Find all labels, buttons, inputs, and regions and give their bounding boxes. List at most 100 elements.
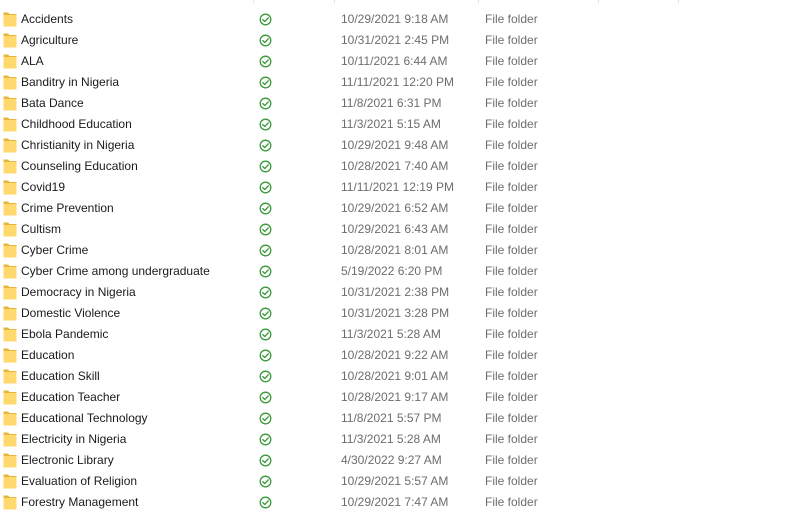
file-name[interactable]: Accidents	[21, 12, 73, 26]
file-row-covid19[interactable]: Covid19 11/11/2021 12:19 PM File folder	[0, 177, 803, 198]
file-type: File folder	[485, 348, 538, 362]
folder-icon	[3, 494, 17, 510]
file-row-christianity-in-nigeria[interactable]: Christianity in Nigeria 10/29/2021 9:48 …	[0, 135, 803, 156]
file-name[interactable]: Cyber Crime among undergraduate	[21, 264, 210, 278]
date-modified: 10/28/2021 9:17 AM	[341, 390, 449, 404]
folder-icon	[3, 389, 17, 405]
folder-icon	[3, 347, 17, 363]
file-type: File folder	[485, 201, 538, 215]
file-type: File folder	[485, 12, 538, 26]
folder-icon	[3, 116, 17, 132]
file-name[interactable]: Cyber Crime	[21, 243, 88, 257]
sync-available-icon	[259, 433, 272, 446]
file-type: File folder	[485, 495, 538, 509]
file-row-domestic-violence[interactable]: Domestic Violence 10/31/2021 3:28 PM Fil…	[0, 303, 803, 324]
file-row-electronic-library[interactable]: Electronic Library 4/30/2022 9:27 AM Fil…	[0, 450, 803, 471]
sync-available-icon	[259, 13, 272, 26]
file-name[interactable]: Educational Technology	[21, 411, 148, 425]
file-name[interactable]: Domestic Violence	[21, 306, 120, 320]
file-type: File folder	[485, 411, 538, 425]
file-name[interactable]: Electricity in Nigeria	[21, 432, 126, 446]
file-row-childhood-education[interactable]: Childhood Education 11/3/2021 5:15 AM Fi…	[0, 114, 803, 135]
file-name[interactable]: ALA	[21, 54, 44, 68]
file-name[interactable]: Education Teacher	[21, 390, 120, 404]
file-name[interactable]: Banditry in Nigeria	[21, 75, 119, 89]
file-row-education-teacher[interactable]: Education Teacher 10/28/2021 9:17 AM Fil…	[0, 387, 803, 408]
folder-icon	[3, 368, 17, 384]
file-row-cultism[interactable]: Cultism 10/29/2021 6:43 AM File folder	[0, 219, 803, 240]
date-modified: 10/11/2021 6:44 AM	[341, 54, 448, 68]
file-name[interactable]: Agriculture	[21, 33, 78, 47]
file-name[interactable]: Christianity in Nigeria	[21, 138, 134, 152]
file-name[interactable]: Bata Dance	[21, 96, 84, 110]
file-type: File folder	[485, 369, 538, 383]
file-name[interactable]: Electronic Library	[21, 453, 114, 467]
file-type: File folder	[485, 75, 538, 89]
folder-icon	[3, 473, 17, 489]
file-type: File folder	[485, 432, 538, 446]
sync-available-icon	[259, 286, 272, 299]
sync-available-icon	[259, 475, 272, 488]
file-row-education[interactable]: Education 10/28/2021 9:22 AM File folder	[0, 345, 803, 366]
column-divider-date[interactable]	[478, 0, 479, 3]
file-row-electricity-in-nigeria[interactable]: Electricity in Nigeria 11/3/2021 5:28 AM…	[0, 429, 803, 450]
file-name[interactable]: Cultism	[21, 222, 61, 236]
folder-icon	[3, 179, 17, 195]
file-name[interactable]: Democracy in Nigeria	[21, 285, 136, 299]
file-row-evaluation-of-religion[interactable]: Evaluation of Religion 10/29/2021 5:57 A…	[0, 471, 803, 492]
file-name[interactable]: Ebola Pandemic	[21, 327, 108, 341]
date-modified: 11/8/2021 6:31 PM	[341, 96, 442, 110]
file-row-democracy-in-nigeria[interactable]: Democracy in Nigeria 10/31/2021 2:38 PM …	[0, 282, 803, 303]
column-divider-status[interactable]	[334, 0, 335, 3]
file-row-bata-dance[interactable]: Bata Dance 11/8/2021 6:31 PM File folder	[0, 93, 803, 114]
file-type: File folder	[485, 285, 538, 299]
date-modified: 11/8/2021 5:57 PM	[341, 411, 442, 425]
file-type: File folder	[485, 180, 538, 194]
date-modified: 10/29/2021 7:47 AM	[341, 495, 449, 509]
column-divider-name[interactable]	[253, 0, 254, 3]
file-row-crime-prevention[interactable]: Crime Prevention 10/29/2021 6:52 AM File…	[0, 198, 803, 219]
file-row-education-skill[interactable]: Education Skill 10/28/2021 9:01 AM File …	[0, 366, 803, 387]
date-modified: 10/29/2021 5:57 AM	[341, 474, 449, 488]
file-type: File folder	[485, 390, 538, 404]
sync-available-icon	[259, 349, 272, 362]
file-row-accidents[interactable]: Accidents 10/29/2021 9:18 AM File folder	[0, 9, 803, 30]
sync-available-icon	[259, 223, 272, 236]
file-row-cyber-crime-among-undergraduate[interactable]: Cyber Crime among undergraduate 5/19/202…	[0, 261, 803, 282]
file-name[interactable]: Education	[21, 348, 74, 362]
file-row-agriculture[interactable]: Agriculture 10/31/2021 2:45 PM File fold…	[0, 30, 803, 51]
file-row-banditry-in-nigeria[interactable]: Banditry in Nigeria 11/11/2021 12:20 PM …	[0, 72, 803, 93]
file-row-ebola-pandemic[interactable]: Ebola Pandemic 11/3/2021 5:28 AM File fo…	[0, 324, 803, 345]
file-row-counseling-education[interactable]: Counseling Education 10/28/2021 7:40 AM …	[0, 156, 803, 177]
file-name[interactable]: Childhood Education	[21, 117, 132, 131]
date-modified: 10/29/2021 6:43 AM	[341, 222, 449, 236]
file-name[interactable]: Crime Prevention	[21, 201, 114, 215]
file-name[interactable]: Forestry Management	[21, 495, 138, 509]
folder-icon	[3, 158, 17, 174]
file-row-forestry-management[interactable]: Forestry Management 10/29/2021 7:47 AM F…	[0, 492, 803, 513]
file-type: File folder	[485, 33, 538, 47]
folder-icon	[3, 95, 17, 111]
file-name[interactable]: Education Skill	[21, 369, 100, 383]
date-modified: 10/31/2021 2:38 PM	[341, 285, 450, 299]
file-type: File folder	[485, 96, 538, 110]
file-row-ala[interactable]: ALA 10/11/2021 6:44 AM File folder	[0, 51, 803, 72]
file-name[interactable]: Covid19	[21, 180, 65, 194]
file-list: Accidents 10/29/2021 9:18 AM File folder…	[0, 9, 803, 513]
sync-available-icon	[259, 160, 272, 173]
sync-available-icon	[259, 307, 272, 320]
file-type: File folder	[485, 222, 538, 236]
column-divider-type[interactable]	[598, 0, 599, 3]
file-type: File folder	[485, 243, 538, 257]
file-name[interactable]: Counseling Education	[21, 159, 138, 173]
file-row-cyber-crime[interactable]: Cyber Crime 10/28/2021 8:01 AM File fold…	[0, 240, 803, 261]
sync-available-icon	[259, 181, 272, 194]
sync-available-icon	[259, 454, 272, 467]
file-type: File folder	[485, 327, 538, 341]
column-divider-size[interactable]	[678, 0, 679, 3]
sync-available-icon	[259, 370, 272, 383]
file-type: File folder	[485, 117, 538, 131]
date-modified: 10/28/2021 8:01 AM	[341, 243, 449, 257]
file-name[interactable]: Evaluation of Religion	[21, 474, 137, 488]
file-row-educational-technology[interactable]: Educational Technology 11/8/2021 5:57 PM…	[0, 408, 803, 429]
